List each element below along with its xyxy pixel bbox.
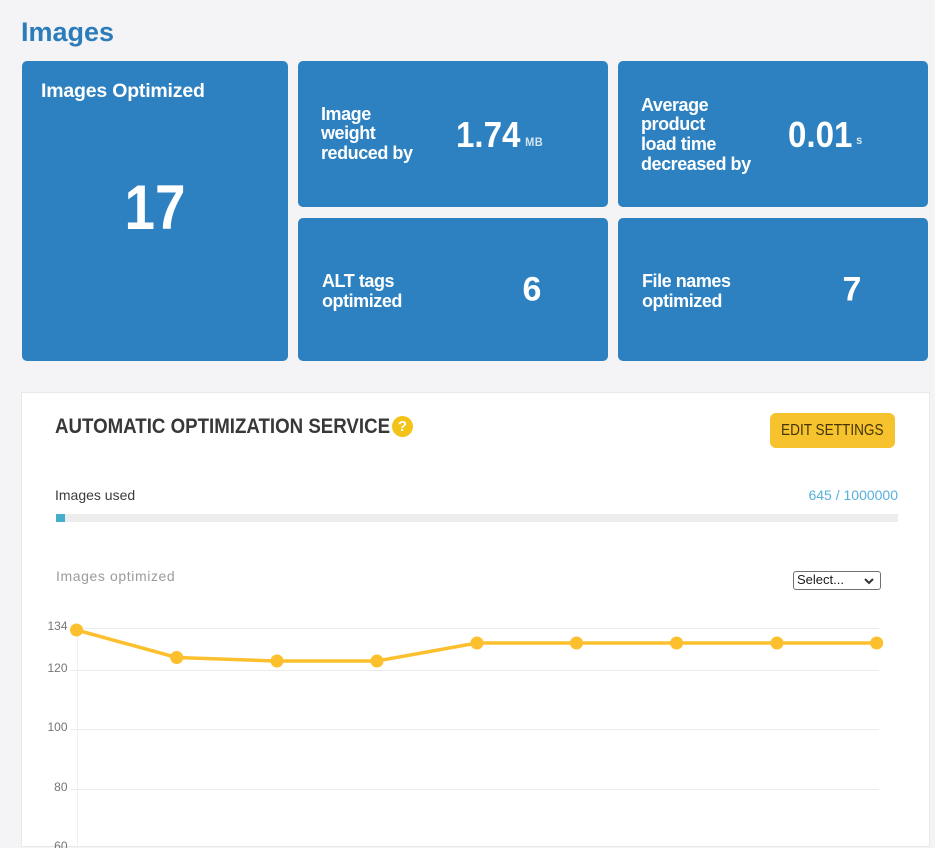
- svg-text:134: 134: [47, 619, 67, 633]
- svg-text:100: 100: [47, 720, 67, 734]
- svg-text:80: 80: [54, 780, 68, 794]
- svg-text:120: 120: [47, 661, 67, 675]
